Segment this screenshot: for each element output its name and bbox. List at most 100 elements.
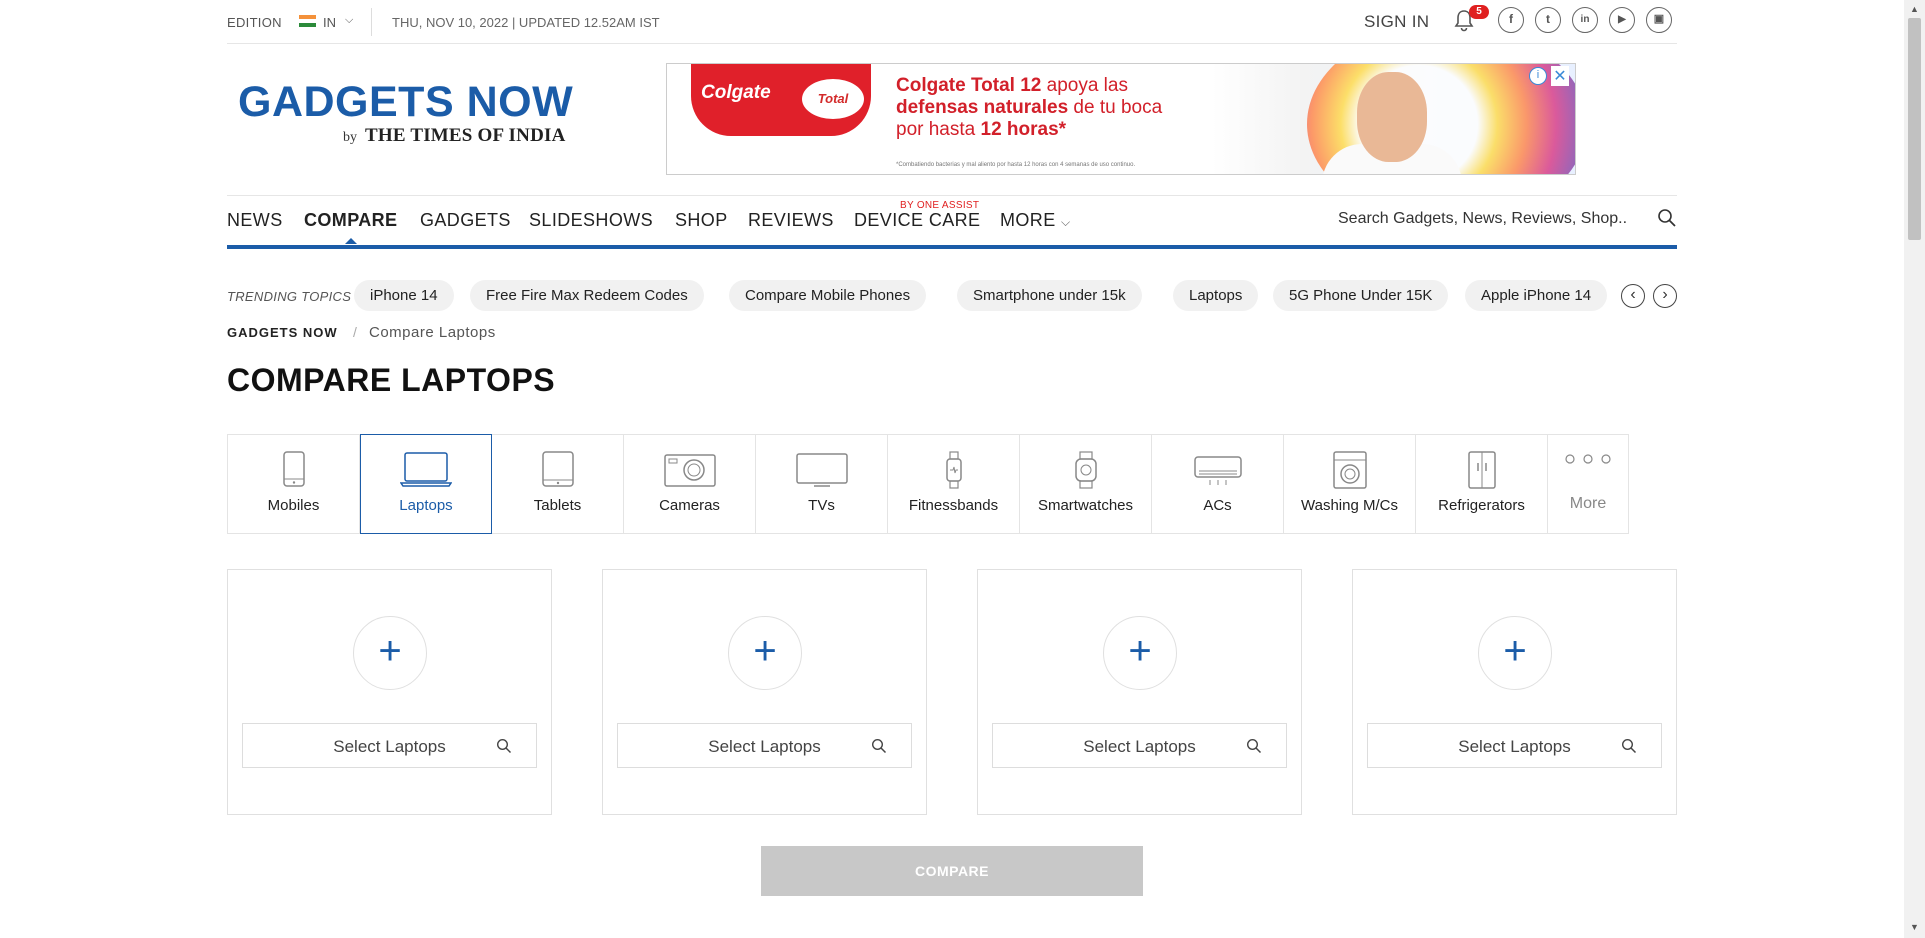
tab-more[interactable]: More (1548, 435, 1628, 533)
add-product-button[interactable]: + (353, 616, 427, 690)
page-title: COMPARE LAPTOPS (227, 362, 556, 398)
trending-pill[interactable]: 5G Phone Under 15K (1273, 280, 1449, 311)
scrollbar-thumb[interactable] (1908, 18, 1921, 240)
scroll-down-icon[interactable]: ▼ (1910, 922, 1919, 932)
ad-headline: Colgate Total 12 apoya las defensas natu… (896, 75, 1163, 140)
ad-model-face (1357, 72, 1427, 162)
tab-label: Cameras (659, 497, 720, 514)
divider (371, 8, 372, 36)
facebook-icon[interactable]: f (1498, 7, 1524, 33)
tab-fitnessbands[interactable]: Fitnessbands (888, 435, 1020, 533)
chevron-right-icon[interactable]: › (1653, 284, 1677, 308)
edition-label: EDITION (227, 15, 282, 30)
breadcrumb-separator: / (353, 324, 357, 340)
nav-more[interactable]: MORE ⌵ (1000, 210, 1071, 231)
linkedin-icon[interactable]: in (1572, 7, 1598, 33)
camera-icon (663, 454, 716, 487)
trending-pill[interactable]: Smartphone under 15k (957, 280, 1142, 311)
select-placeholder: Select Laptops (708, 737, 821, 756)
search-input[interactable]: Search Gadgets, News, Reviews, Shop.. (1338, 210, 1627, 228)
sign-in-link[interactable]: SIGN IN (1364, 12, 1429, 32)
select-placeholder: Select Laptops (1458, 737, 1571, 756)
chevron-down-icon: ⌵ (1061, 215, 1071, 229)
search-icon[interactable] (1657, 208, 1677, 228)
nav-device-care[interactable]: DEVICE CARE (854, 210, 980, 231)
tab-label: Smartwatches (1037, 497, 1134, 514)
ad-info-icon[interactable]: i (1529, 67, 1547, 85)
compare-slot: + Select Laptops (977, 569, 1302, 815)
select-product-field[interactable]: Select Laptops (617, 723, 912, 768)
trending-label: TRENDING TOPICS (227, 289, 352, 304)
page-scrollbar[interactable]: ▲ ▼ (1904, 0, 1925, 938)
breadcrumb-home[interactable]: GADGETS NOW (227, 325, 338, 340)
advertisement-banner[interactable]: Colgate Total Colgate Total 12 apoya las… (666, 63, 1576, 175)
laptop-icon (400, 452, 452, 487)
search-icon (1246, 738, 1262, 754)
twitter-icon[interactable]: t (1535, 7, 1561, 33)
category-tabs: Mobiles Laptops Tablets Cameras TVs Fitn… (227, 434, 1629, 534)
tab-laptops[interactable]: Laptops (360, 434, 492, 534)
select-product-field[interactable]: Select Laptops (992, 723, 1287, 768)
device-care-tag: BY ONE ASSIST (900, 200, 980, 211)
ad-close-icon[interactable]: ✕ (1551, 66, 1569, 86)
tab-smartwatches[interactable]: Smartwatches (1020, 435, 1152, 533)
fitnessband-icon (945, 451, 962, 489)
breadcrumb-current: Compare Laptops (369, 324, 496, 341)
notification-badge: 5 (1469, 5, 1489, 19)
add-product-button[interactable]: + (728, 616, 802, 690)
tab-washing-machines[interactable]: Washing M/Cs (1284, 435, 1416, 533)
top-bar: EDITION IN ⌵ THU, NOV 10, 2022 | UPDATED… (227, 0, 1677, 44)
compare-slot: + Select Laptops (602, 569, 927, 815)
chevron-down-icon[interactable]: ⌵ (345, 14, 353, 27)
date-updated: THU, NOV 10, 2022 | UPDATED 12.52AM IST (392, 15, 660, 30)
tab-label: More (1569, 495, 1607, 512)
mobile-icon (282, 451, 305, 487)
add-product-button[interactable]: + (1478, 616, 1552, 690)
tab-label: Washing M/Cs (1301, 497, 1398, 514)
smartwatch-icon (1074, 451, 1097, 489)
tab-tablets[interactable]: Tablets (492, 435, 624, 533)
nav-gadgets[interactable]: GADGETS (420, 210, 511, 231)
tab-cameras[interactable]: Cameras (624, 435, 756, 533)
divider (227, 195, 1677, 196)
compare-button[interactable]: COMPARE (761, 846, 1143, 896)
nav-shop[interactable]: SHOP (675, 210, 728, 231)
chevron-left-icon[interactable]: ‹ (1621, 284, 1645, 308)
trending-pill[interactable]: Laptops (1173, 280, 1259, 311)
select-product-field[interactable]: Select Laptops (242, 723, 537, 768)
select-product-field[interactable]: Select Laptops (1367, 723, 1662, 768)
tab-label: Mobiles (267, 497, 320, 514)
trending-pill[interactable]: Free Fire Max Redeem Codes (470, 280, 704, 311)
tab-label: ACs (1203, 497, 1232, 514)
nav-reviews[interactable]: REVIEWS (748, 210, 834, 231)
ac-icon (1193, 456, 1242, 485)
edition-selector[interactable]: IN (323, 15, 336, 30)
washing-machine-icon (1332, 451, 1367, 489)
nav-compare[interactable]: COMPARE (304, 210, 397, 231)
logo-title: GADGETS NOW (238, 78, 574, 126)
tab-tvs[interactable]: TVs (756, 435, 888, 533)
ad-product-logo: Total (802, 79, 864, 119)
trending-pill[interactable]: iPhone 14 (354, 280, 454, 311)
tablet-icon (541, 451, 574, 487)
instagram-icon[interactable]: ▣ (1646, 7, 1672, 33)
nav-news[interactable]: NEWS (227, 210, 283, 231)
tab-label: Fitnessbands (908, 497, 999, 514)
ad-brand-logo: Colgate (701, 82, 771, 103)
tab-acs[interactable]: ACs (1152, 435, 1284, 533)
add-product-button[interactable]: + (1103, 616, 1177, 690)
search-icon (871, 738, 887, 754)
ad-fineprint: *Combatiendo bacterias y mal aliento por… (896, 162, 1136, 168)
tv-icon (795, 453, 848, 487)
tab-refrigerators[interactable]: Refrigerators (1416, 435, 1548, 533)
nav-slideshows[interactable]: SLIDESHOWS (529, 210, 653, 231)
tab-mobiles[interactable]: Mobiles (228, 435, 360, 533)
trending-pill[interactable]: Compare Mobile Phones (729, 280, 927, 311)
trending-pill[interactable]: Apple iPhone 14 (1465, 280, 1608, 311)
youtube-icon[interactable]: ▶ (1609, 7, 1635, 33)
india-flag-icon[interactable] (299, 15, 316, 27)
trending-topics: iPhone 14 Free Fire Max Redeem Codes Com… (354, 280, 1630, 312)
scroll-up-icon[interactable]: ▲ (1910, 4, 1919, 14)
select-placeholder: Select Laptops (333, 737, 446, 756)
compare-slot: + Select Laptops (227, 569, 552, 815)
